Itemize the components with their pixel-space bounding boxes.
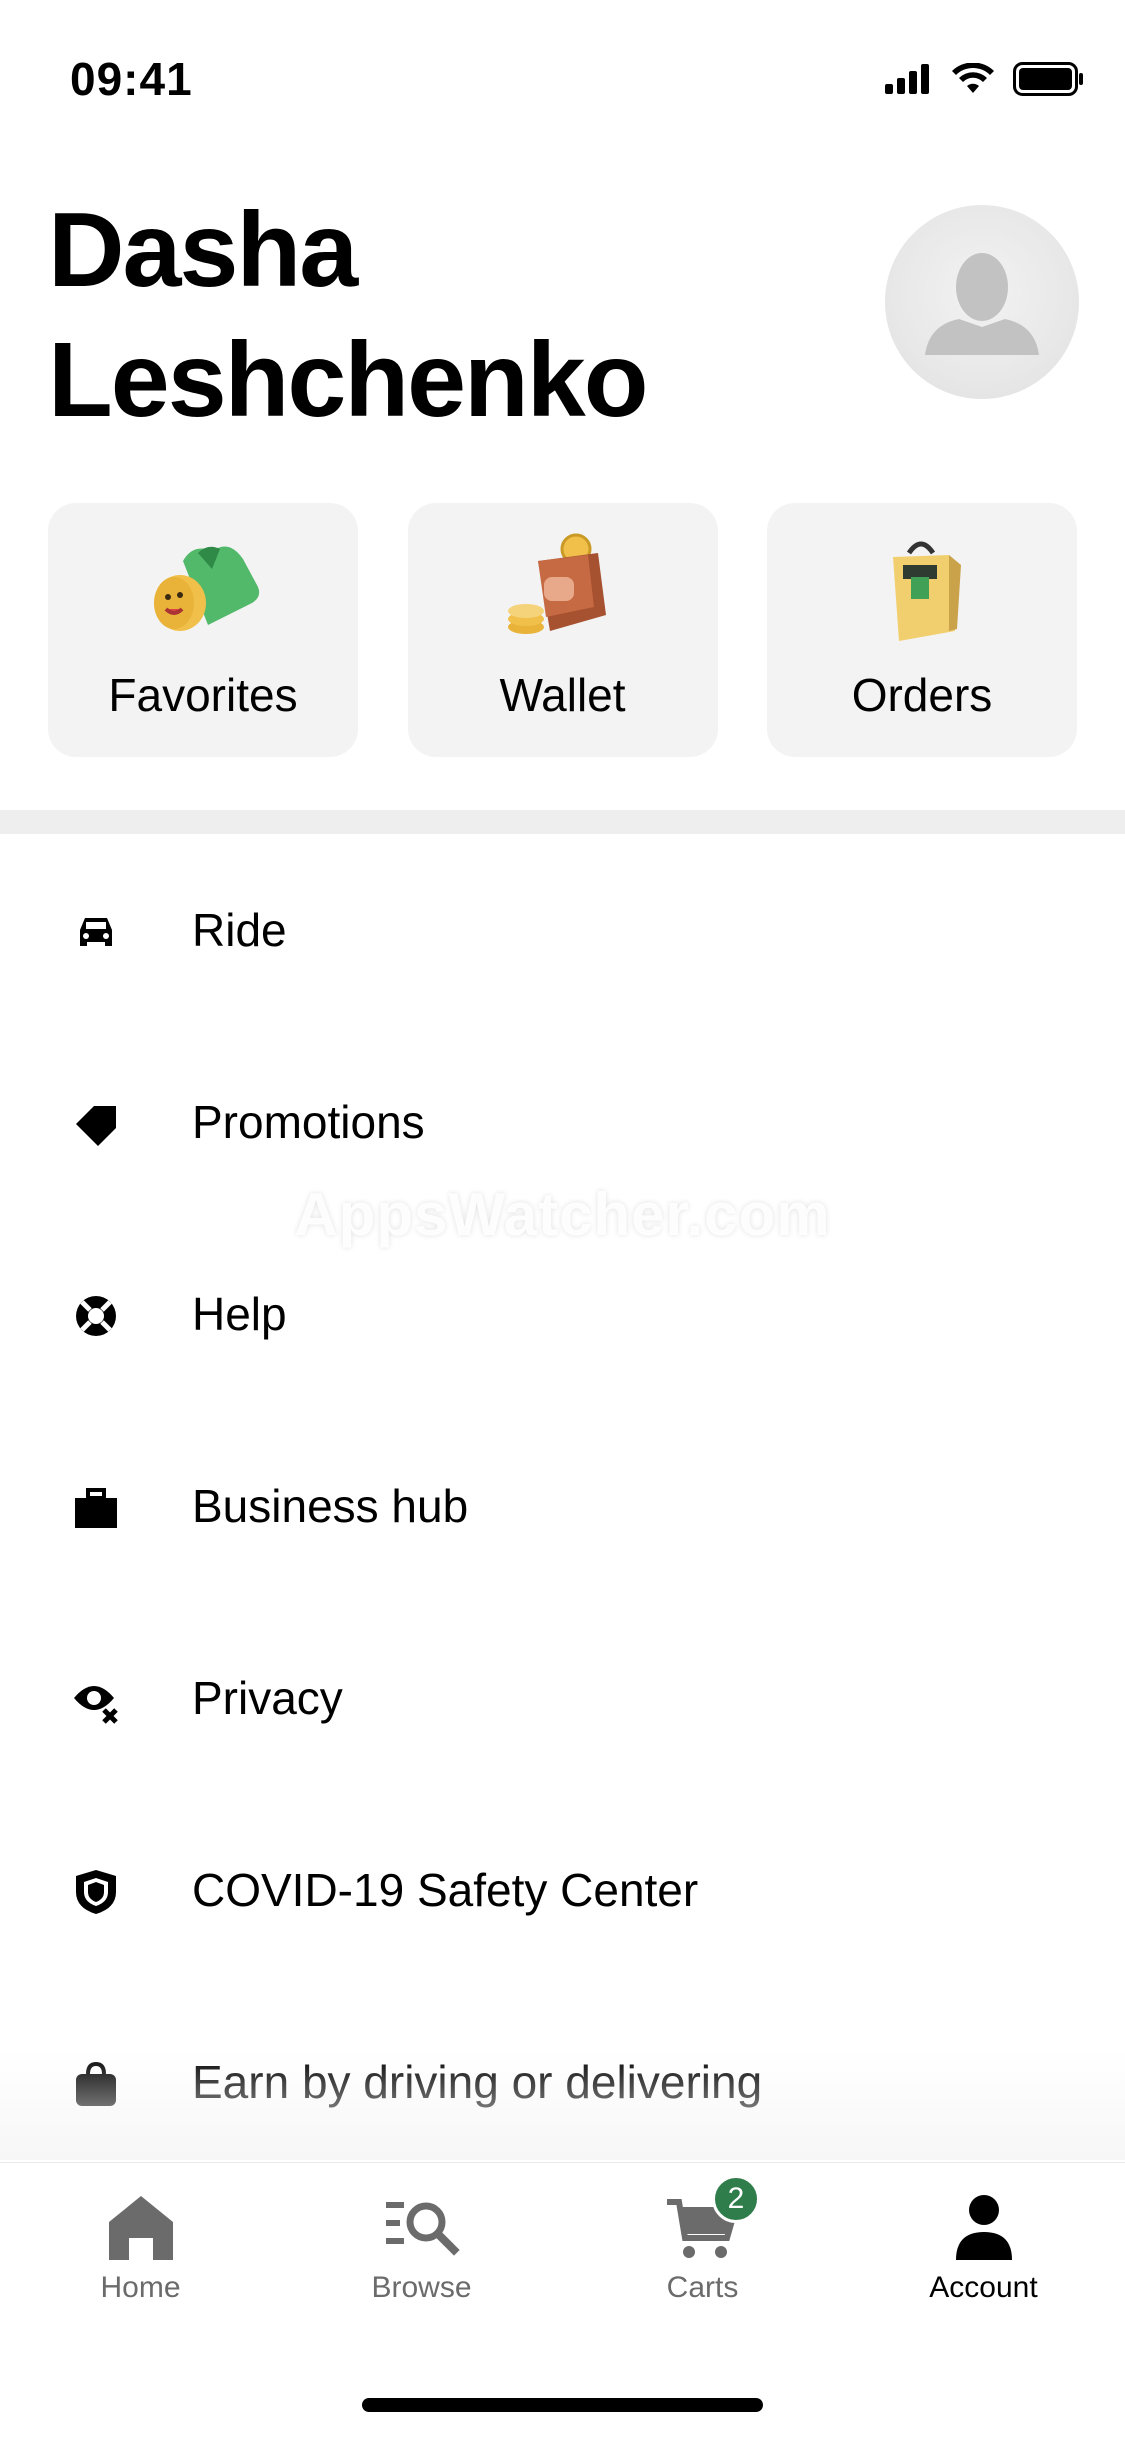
privacy-eye-icon xyxy=(74,1686,118,1724)
watermark: AppsWatcher.com xyxy=(294,1181,831,1248)
status-bar: 09:41 xyxy=(0,0,1125,150)
tag-icon xyxy=(76,1106,116,1146)
status-icons xyxy=(885,62,1085,96)
menu-label-privacy: Privacy xyxy=(192,1672,343,1724)
tab-browse-label: Browse xyxy=(371,2271,472,2304)
menu-label-business-hub: Business hub xyxy=(192,1480,469,1532)
section-divider xyxy=(0,810,1125,834)
tab-home-label: Home xyxy=(100,2271,181,2304)
tab-bar: Home Browse 2 Carts Account xyxy=(0,2162,1125,2437)
favorites-icon xyxy=(154,546,260,631)
menu-label-covid-safety: COVID-19 Safety Center xyxy=(192,1864,699,1916)
wifi-icon xyxy=(952,63,994,93)
tab-account[interactable]: Account xyxy=(843,2163,1124,2343)
home-indicator xyxy=(362,2398,763,2412)
orders-tile[interactable]: Orders xyxy=(767,503,1077,757)
orders-icon xyxy=(893,541,961,641)
tab-home[interactable]: Home xyxy=(0,2163,281,2343)
browse-icon xyxy=(385,2202,460,2256)
orders-label: Orders xyxy=(851,669,993,721)
favorites-tile[interactable]: Favorites xyxy=(48,503,358,757)
home-icon xyxy=(108,2196,173,2260)
account-icon xyxy=(955,2195,1012,2260)
menu-label-ride: Ride xyxy=(192,904,287,956)
wallet-tile[interactable]: Wallet xyxy=(407,503,718,757)
battery-icon xyxy=(1013,62,1083,96)
menu-item-covid-safety[interactable]: COVID-19 Safety Center xyxy=(0,1794,1125,1986)
tab-carts-label: Carts xyxy=(666,2271,739,2304)
wallet-label: Wallet xyxy=(499,669,626,721)
avatar[interactable] xyxy=(885,205,1079,399)
quick-actions: Favorites Wallet Orders xyxy=(48,503,1077,757)
signal-icon xyxy=(885,64,929,94)
account-menu: Ride Promotions Help Business hub Privac… xyxy=(0,834,1125,2178)
tab-account-label: Account xyxy=(929,2271,1038,2304)
tab-browse[interactable]: Browse xyxy=(281,2163,562,2343)
status-time: 09:41 xyxy=(70,53,193,105)
menu-item-privacy[interactable]: Privacy xyxy=(0,1602,1125,1794)
scroll-fade xyxy=(0,2050,1125,2160)
wallet-icon xyxy=(507,533,606,634)
briefcase-icon xyxy=(75,1488,117,1528)
cart-badge: 2 xyxy=(712,2175,760,2223)
menu-item-business-hub[interactable]: Business hub xyxy=(0,1410,1125,1602)
car-icon xyxy=(80,918,112,946)
user-name: Dasha Leshchenko xyxy=(48,191,649,439)
shield-icon xyxy=(76,1870,116,1914)
lifebuoy-icon xyxy=(76,1296,116,1336)
favorites-label: Favorites xyxy=(108,669,298,721)
person-placeholder-icon xyxy=(925,253,1039,355)
tab-carts[interactable]: 2 Carts xyxy=(562,2163,843,2343)
menu-item-ride[interactable]: Ride xyxy=(0,834,1125,1026)
